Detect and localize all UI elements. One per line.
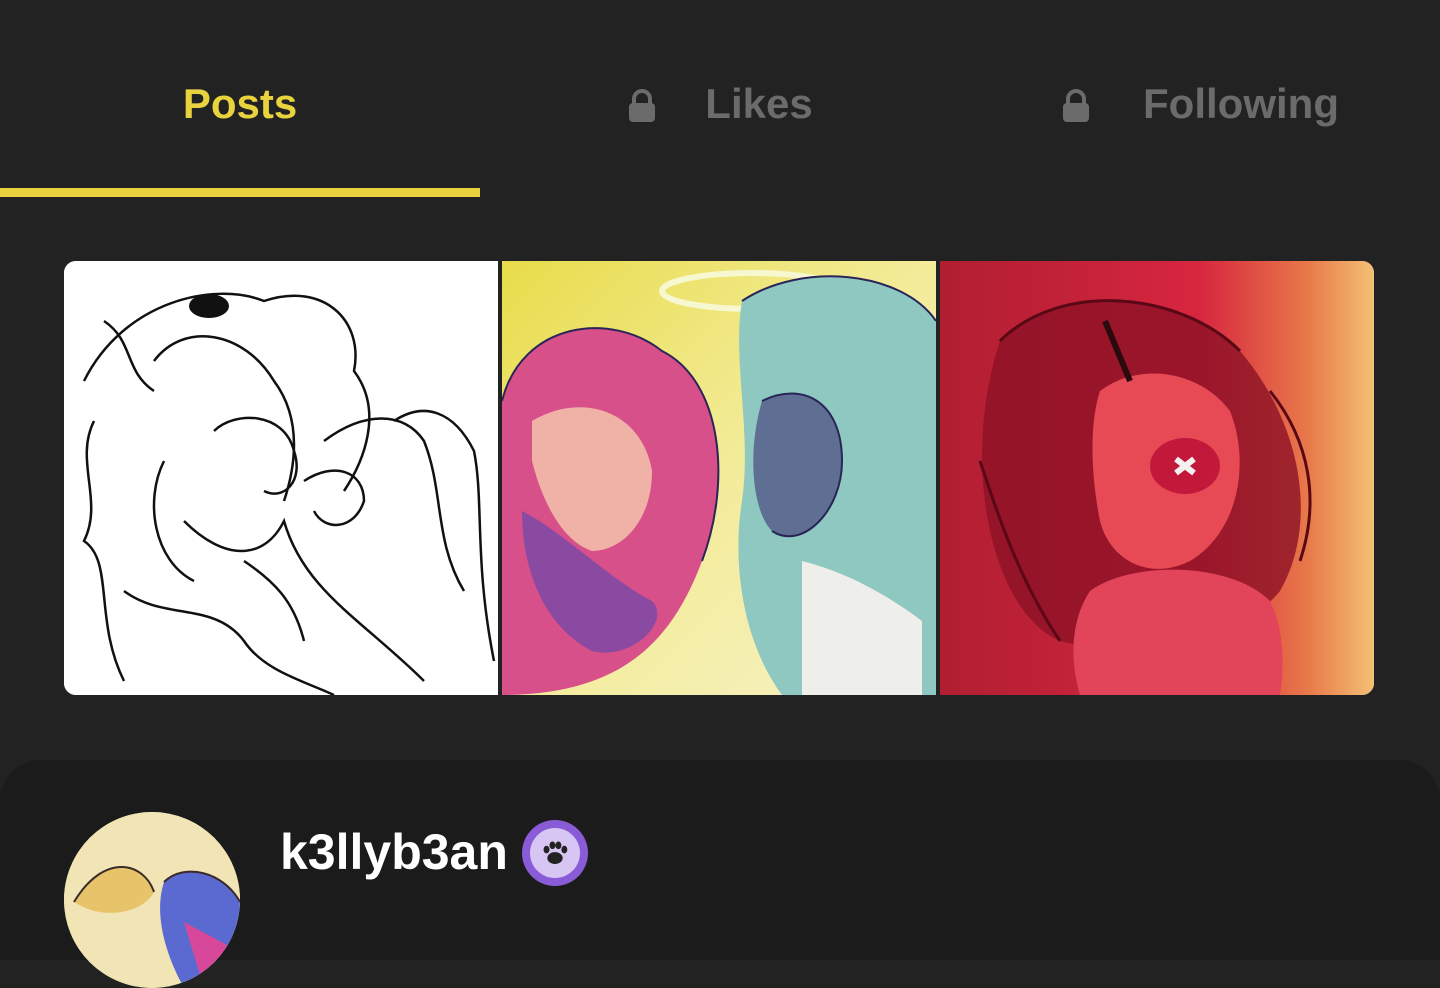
lock-icon bbox=[627, 85, 657, 122]
watercolor-image bbox=[502, 261, 936, 695]
lock-icon bbox=[1061, 85, 1091, 122]
username: k3llyb3an bbox=[280, 824, 508, 880]
tab-following[interactable]: Following bbox=[960, 72, 1440, 136]
badge-icon[interactable] bbox=[522, 820, 588, 886]
active-tab-indicator bbox=[0, 188, 480, 197]
posts-grid bbox=[64, 261, 1376, 695]
line-art-image bbox=[64, 261, 498, 695]
post-thumbnail[interactable] bbox=[940, 261, 1374, 695]
tab-following-label: Following bbox=[1143, 80, 1339, 127]
avatar[interactable] bbox=[64, 812, 240, 988]
tab-posts[interactable]: Posts bbox=[0, 72, 480, 136]
post-thumbnail[interactable] bbox=[64, 261, 498, 695]
tab-posts-label: Posts bbox=[182, 80, 298, 127]
post-thumbnail[interactable] bbox=[502, 261, 936, 695]
profile-tabs: Posts Likes Following bbox=[0, 0, 1440, 200]
paw-icon bbox=[530, 828, 580, 878]
avatar-image bbox=[64, 812, 240, 988]
tab-likes[interactable]: Likes bbox=[480, 72, 960, 136]
red-painting-image bbox=[940, 261, 1374, 695]
tab-likes-label: Likes bbox=[705, 80, 813, 127]
